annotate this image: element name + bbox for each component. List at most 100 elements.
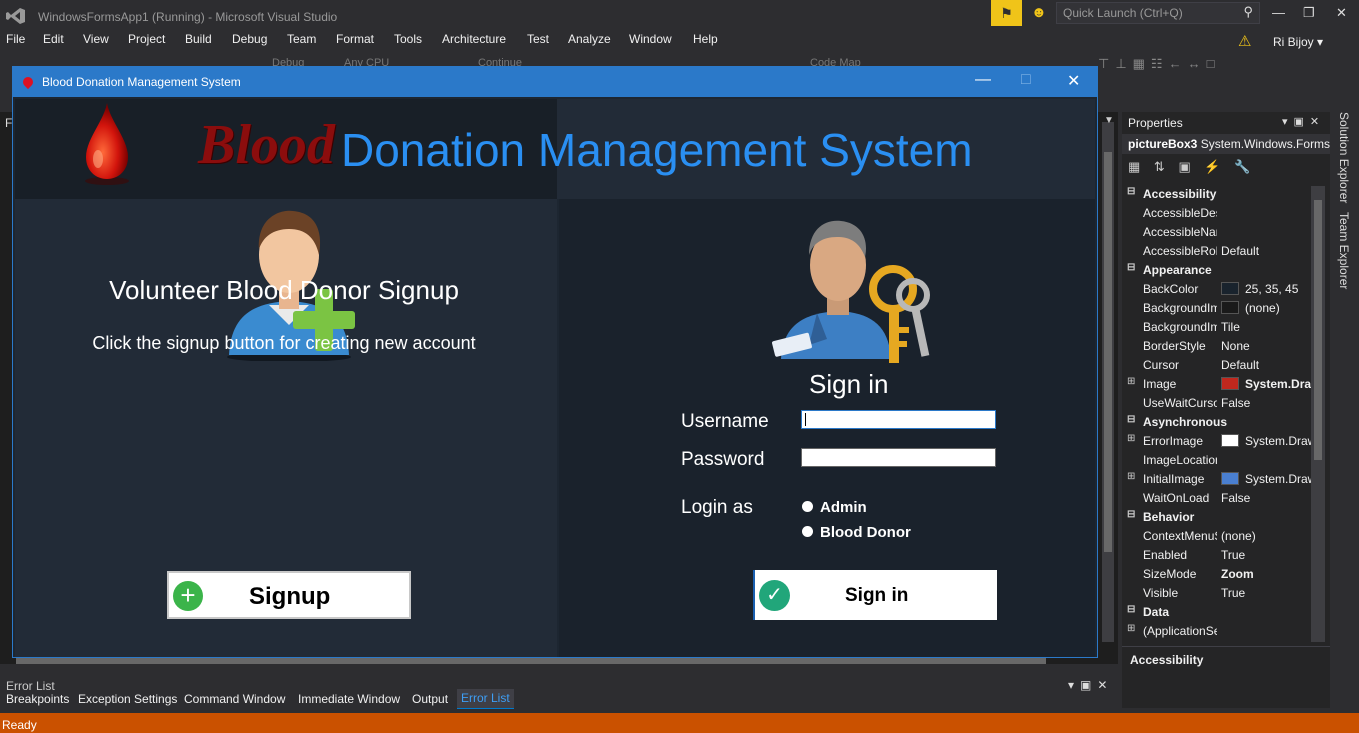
expand-icon[interactable]: ⊞ <box>1127 623 1135 634</box>
menu-analyze[interactable]: Analyze <box>568 32 611 46</box>
smiley-feedback-icon[interactable]: ☻ <box>1031 4 1047 21</box>
property-row[interactable]: AccessibleRole Default <box>1122 241 1312 260</box>
editor-scroll-thumb[interactable] <box>1104 152 1112 552</box>
close-icon[interactable]: ✕ <box>1336 5 1347 21</box>
properties-icon[interactable]: ▣ <box>1178 159 1190 174</box>
expand-icon[interactable]: ⊞ <box>1127 433 1135 444</box>
property-row[interactable]: WaitOnLoad False <box>1122 488 1312 507</box>
form-minimize-icon[interactable]: — <box>975 71 991 89</box>
property-category[interactable]: ⊟ Asynchronous <box>1122 412 1312 431</box>
solution-explorer-tab[interactable]: Solution Explorer <box>1337 112 1351 203</box>
expand-icon[interactable]: ⊞ <box>1127 376 1135 387</box>
collapse-icon[interactable]: ⊟ <box>1127 186 1135 197</box>
warning-icon[interactable]: ⚠ <box>1238 32 1251 50</box>
collapse-icon[interactable]: ⊟ <box>1127 262 1135 273</box>
alphabetical-icon[interactable]: ⇅ <box>1154 159 1165 174</box>
password-input[interactable] <box>801 448 996 467</box>
tab-immediate-window[interactable]: Immediate Window <box>298 692 400 706</box>
property-value[interactable]: (none) <box>1221 301 1312 315</box>
collapse-icon[interactable]: ⊟ <box>1127 414 1135 425</box>
property-row[interactable]: ⊞ Image System.Drawing.Bitmap <box>1122 374 1312 393</box>
signup-button[interactable]: + Signup <box>167 571 411 619</box>
property-value[interactable]: Tile <box>1221 320 1312 334</box>
property-value[interactable]: System.Drawing.Bitmap <box>1221 434 1312 448</box>
tab-exception-settings[interactable]: Exception Settings <box>78 692 177 706</box>
tab-command-window[interactable]: Command Window <box>184 692 285 706</box>
property-row[interactable]: AccessibleDescription <box>1122 203 1312 222</box>
property-row[interactable]: ImageLocation <box>1122 450 1312 469</box>
username-input[interactable] <box>801 410 996 429</box>
property-value[interactable]: False <box>1221 396 1312 410</box>
property-value[interactable]: True <box>1221 548 1312 562</box>
property-value[interactable]: False <box>1221 491 1312 505</box>
menu-debug[interactable]: Debug <box>232 32 267 46</box>
menu-window[interactable]: Window <box>629 32 672 46</box>
property-row[interactable]: AccessibleName <box>1122 222 1312 241</box>
admin-radio[interactable]: Admin <box>802 499 867 516</box>
collapse-icon[interactable]: ⊟ <box>1127 604 1135 615</box>
tab-error-list[interactable]: Error List <box>457 689 514 709</box>
user-account[interactable]: Ri Bijoy ▾ <box>1273 35 1323 49</box>
menu-project[interactable]: Project <box>128 32 165 46</box>
menu-team[interactable]: Team <box>287 32 316 46</box>
menu-file[interactable]: File <box>6 32 25 46</box>
property-value[interactable]: Zoom <box>1221 567 1312 581</box>
property-value[interactable]: True <box>1221 586 1312 600</box>
panel-pin-close-icons[interactable]: ▾▣✕ <box>1282 115 1325 128</box>
categorized-icon[interactable]: ▦ <box>1128 159 1140 174</box>
property-row[interactable]: BackgroundImage (none) <box>1122 298 1312 317</box>
property-value[interactable]: Default <box>1221 358 1312 372</box>
menu-format[interactable]: Format <box>336 32 374 46</box>
tab-breakpoints[interactable]: Breakpoints <box>6 692 69 706</box>
property-row[interactable]: Cursor Default <box>1122 355 1312 374</box>
quick-launch-input[interactable]: Quick Launch (Ctrl+Q) ⚲ <box>1056 2 1260 24</box>
tab-output[interactable]: Output <box>412 692 448 706</box>
property-row[interactable]: BorderStyle None <box>1122 336 1312 355</box>
properties-scrollbar[interactable] <box>1311 186 1325 642</box>
property-category[interactable]: ⊟ Behavior <box>1122 507 1312 526</box>
form-maximize-icon[interactable]: □ <box>1021 71 1031 89</box>
property-category[interactable]: ⊟ Data <box>1122 602 1312 621</box>
minimize-icon[interactable]: — <box>1272 5 1285 20</box>
team-explorer-tab[interactable]: Team Explorer <box>1337 212 1351 289</box>
property-row[interactable]: Visible True <box>1122 583 1312 602</box>
properties-scroll-thumb[interactable] <box>1314 200 1322 460</box>
property-category[interactable]: ⊟ Accessibility <box>1122 184 1312 203</box>
property-row[interactable]: UseWaitCursor False <box>1122 393 1312 412</box>
property-value[interactable]: 25, 35, 45 <box>1221 282 1312 296</box>
signin-button[interactable]: ✓ Sign in <box>753 570 997 620</box>
property-row[interactable]: BackgroundImageLayout Tile <box>1122 317 1312 336</box>
panel-pin-close-icons[interactable]: ▾▣✕ <box>1068 678 1113 692</box>
property-row[interactable]: ⊞ (ApplicationSettings) <box>1122 621 1312 640</box>
blood-donor-radio[interactable]: Blood Donor <box>802 524 911 541</box>
property-value[interactable]: (none) <box>1221 529 1312 543</box>
restore-icon[interactable]: ❐ <box>1303 5 1315 21</box>
property-pages-wrench-icon[interactable]: 🔧 <box>1234 159 1250 174</box>
collapse-icon[interactable]: ⊟ <box>1127 509 1135 520</box>
property-row[interactable]: Enabled True <box>1122 545 1312 564</box>
menu-build[interactable]: Build <box>185 32 212 46</box>
menu-architecture[interactable]: Architecture <box>442 32 506 46</box>
property-row[interactable]: BackColor 25, 35, 45 <box>1122 279 1312 298</box>
property-row[interactable]: SizeMode Zoom <box>1122 564 1312 583</box>
form-close-icon[interactable]: ✕ <box>1067 71 1080 91</box>
property-row[interactable]: ⊞ InitialImage System.Drawing.Bitmap <box>1122 469 1312 488</box>
menu-edit[interactable]: Edit <box>43 32 64 46</box>
property-row[interactable]: ⊞ ErrorImage System.Drawing.Bitmap <box>1122 431 1312 450</box>
expand-icon[interactable]: ⊞ <box>1127 471 1135 482</box>
menu-help[interactable]: Help <box>693 32 718 46</box>
property-value[interactable]: System.Drawing.Bitmap <box>1221 377 1312 391</box>
property-value[interactable]: Default <box>1221 244 1312 258</box>
menu-view[interactable]: View <box>83 32 109 46</box>
events-lightning-icon[interactable]: ⚡ <box>1204 159 1220 174</box>
menu-tools[interactable]: Tools <box>394 32 422 46</box>
property-category[interactable]: ⊟ Appearance <box>1122 260 1312 279</box>
menu-test[interactable]: Test <box>527 32 549 46</box>
object-selector[interactable]: pictureBox3 System.Windows.Forms.Picture… <box>1122 134 1330 154</box>
property-row[interactable]: ContextMenuStrip (none) <box>1122 526 1312 545</box>
layout-toolbar-icons[interactable]: ⊤⊥▦☷←↔□ <box>1098 56 1220 72</box>
property-value[interactable]: None <box>1221 339 1312 353</box>
property-value[interactable]: System.Drawing.Bitmap <box>1221 472 1312 486</box>
tab-dropdown-icon[interactable]: ▼ <box>1104 115 1114 126</box>
feedback-flag-icon[interactable]: ⚑ <box>991 0 1022 26</box>
